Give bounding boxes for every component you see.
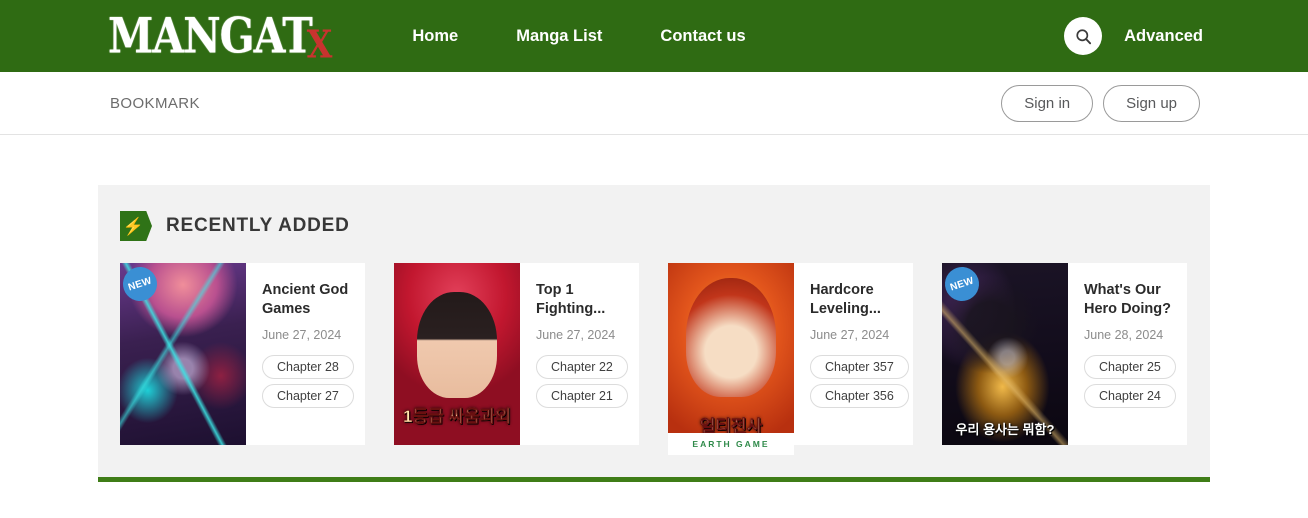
manga-date: June 27, 2024 [536,328,616,343]
main-navigation: Home Manga List Contact us [412,27,745,46]
logo-accent-x: X [306,21,333,67]
logo-text: MANGAT [108,7,313,64]
nav-link-contact-us[interactable]: Contact us [660,27,745,46]
chapter-link[interactable]: Chapter 24 [1084,384,1176,409]
advanced-search-link[interactable]: Advanced [1124,27,1203,46]
main-content: ⚡ RECENTLY ADDED NEW Ancient God Games J… [0,135,1308,482]
manga-date: June 27, 2024 [262,328,342,343]
chapter-list: Chapter 25 Chapter 24 [1084,355,1176,409]
recently-added-panel: ⚡ RECENTLY ADDED NEW Ancient God Games J… [98,185,1210,482]
manga-card-body: Ancient God Games June 27, 2024 Chapter … [246,263,365,445]
chapter-link[interactable]: Chapter 25 [1084,355,1176,380]
cover-footer-text: EARTH GAME [668,433,794,455]
chapter-list: Chapter 28 Chapter 27 [262,355,354,409]
chapter-list: Chapter 357 Chapter 356 [810,355,909,409]
chapter-link[interactable]: Chapter 357 [810,355,909,380]
cover-title-art: 우리 용사는 뭐함? [955,421,1055,437]
nav-link-manga-list[interactable]: Manga List [516,27,602,46]
manga-cover[interactable]: NEW [118,262,246,445]
chapter-link[interactable]: Chapter 27 [262,384,354,409]
bookmark-bar: BOOKMARK Sign in Sign up [0,72,1308,135]
cover-title-art: 1등급 싸움과외 [402,407,512,427]
manga-card-body: Top 1 Fighting... June 27, 2024 Chapter … [520,263,639,445]
manga-card-body: What's Our Hero Doing? June 28, 2024 Cha… [1068,263,1187,445]
chapter-link[interactable]: Chapter 21 [536,384,628,409]
top-navigation-bar: MANGAT X Home Manga List Contact us Advan… [0,0,1308,72]
chapter-link[interactable]: Chapter 22 [536,355,628,380]
bookmark-label[interactable]: BOOKMARK [110,95,200,112]
manga-cover[interactable]: 얼티전사 EARTH GAME [668,263,794,455]
bolt-glyph: ⚡ [122,216,145,236]
manga-title[interactable]: Ancient God Games [262,281,351,319]
sign-in-button[interactable]: Sign in [1001,84,1094,122]
auth-buttons: Sign in Sign up [1001,84,1200,122]
search-icon [1076,28,1091,44]
cover-artwork: 1등급 싸움과외 [394,263,520,445]
top-bar-actions: Advanced [1064,17,1203,55]
chapter-link[interactable]: Chapter 356 [810,384,909,409]
manga-date: June 28, 2024 [1084,328,1164,343]
manga-card[interactable]: 우리 용사는 뭐함? NEW What's Our Hero Doing? Ju… [940,262,1187,445]
manga-card[interactable]: 1등급 싸움과외 Top 1 Fighting... June 27, 2024… [394,263,639,445]
manga-title[interactable]: What's Our Hero Doing? [1084,281,1173,319]
manga-date: June 27, 2024 [810,328,890,343]
chapter-list: Chapter 22 Chapter 21 [536,355,628,409]
manga-card[interactable]: NEW Ancient God Games June 27, 2024 Chap… [118,262,365,445]
site-logo[interactable]: MANGAT X [108,11,337,63]
manga-card[interactable]: 얼티전사 EARTH GAME Hardcore Leveling... Jun… [668,263,913,455]
manga-title[interactable]: Hardcore Leveling... [810,281,899,319]
manga-card-grid: NEW Ancient God Games June 27, 2024 Chap… [118,262,1188,455]
recently-added-header: ⚡ RECENTLY ADDED [120,211,1188,241]
recently-added-title: RECENTLY ADDED [166,215,350,236]
chapter-link[interactable]: Chapter 28 [262,355,354,380]
manga-cover[interactable]: 1등급 싸움과외 [394,263,520,445]
nav-link-home[interactable]: Home [412,27,458,46]
manga-title[interactable]: Top 1 Fighting... [536,281,625,319]
search-button[interactable] [1064,17,1103,55]
manga-cover[interactable]: 우리 용사는 뭐함? NEW [940,262,1068,445]
manga-card-body: Hardcore Leveling... June 27, 2024 Chapt… [794,263,913,445]
sign-up-button[interactable]: Sign up [1103,84,1200,122]
cover-artwork: 얼티전사 EARTH GAME [668,263,794,455]
bolt-icon: ⚡ [120,211,152,241]
